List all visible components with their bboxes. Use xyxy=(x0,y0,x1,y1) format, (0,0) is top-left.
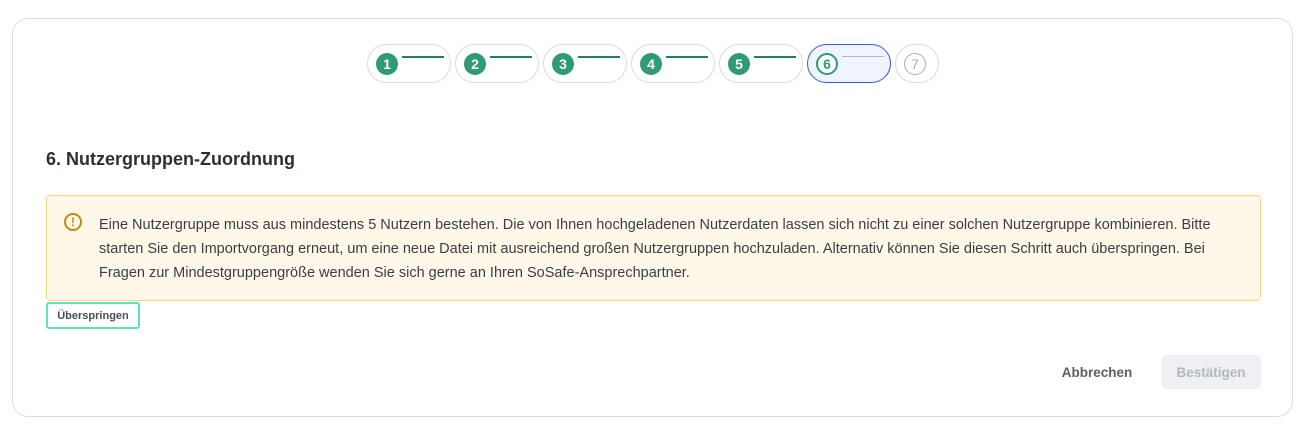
skip-button[interactable]: Überspringen xyxy=(46,302,140,329)
step-7: 7 xyxy=(895,44,939,83)
step-number: 6 xyxy=(816,53,838,75)
step-progress-line xyxy=(402,56,444,58)
step-1[interactable]: 1 xyxy=(367,44,451,83)
section-title: 6. Nutzergruppen-Zuordnung xyxy=(46,149,295,169)
step-progress-line xyxy=(754,56,796,58)
step-progress-line xyxy=(490,56,532,58)
step-3[interactable]: 3 xyxy=(543,44,627,83)
step-4[interactable]: 4 xyxy=(631,44,715,83)
step-number: 7 xyxy=(904,53,926,75)
step-number: 3 xyxy=(552,53,574,75)
step-6-active[interactable]: 6 xyxy=(807,44,891,83)
step-progress-line xyxy=(578,56,620,58)
step-progress-line xyxy=(666,56,708,58)
step-number: 4 xyxy=(640,53,662,75)
progress-stepper: 1 2 3 4 5 6 7 xyxy=(367,44,939,84)
step-2[interactable]: 2 xyxy=(455,44,539,83)
step-number: 1 xyxy=(376,53,398,75)
step-number: 2 xyxy=(464,53,486,75)
warning-circle-icon: ! xyxy=(64,213,82,231)
cancel-button[interactable]: Abbrechen xyxy=(1048,355,1146,389)
step-number: 5 xyxy=(728,53,750,75)
step-5[interactable]: 5 xyxy=(719,44,803,83)
import-wizard-card: 1 2 3 4 5 6 7 6. Nutzergruppen-Zuordnung… xyxy=(12,18,1293,417)
confirm-button[interactable]: Bestätigen xyxy=(1161,355,1261,389)
warning-alert: ! Eine Nutzergruppe muss aus mindestens … xyxy=(46,195,1261,301)
step-progress-line xyxy=(842,56,884,57)
alert-message: Eine Nutzergruppe muss aus mindestens 5 … xyxy=(99,217,1211,281)
